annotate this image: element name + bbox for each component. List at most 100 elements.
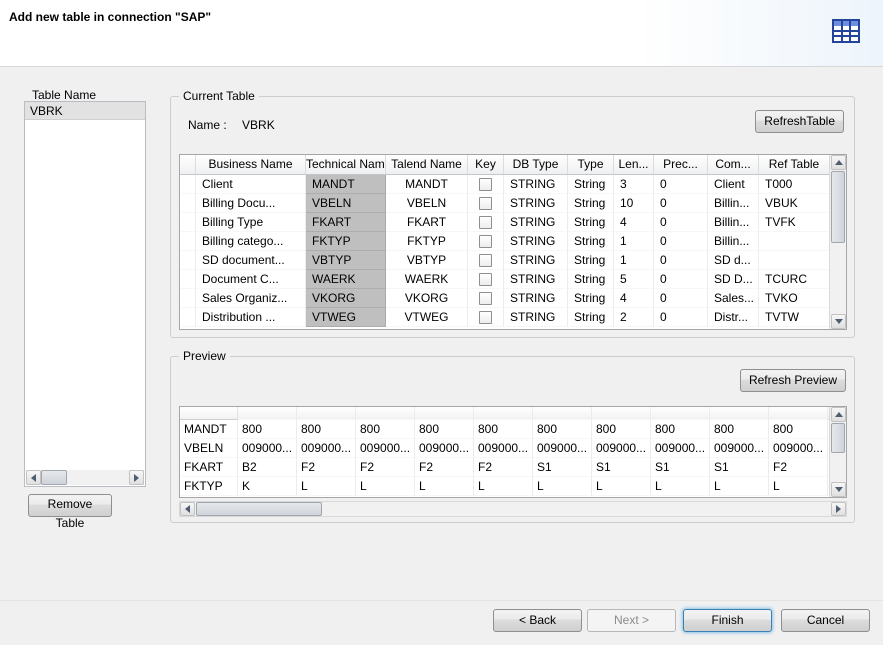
cell-key bbox=[468, 289, 504, 308]
dialog-header: Add new table in connection "SAP" bbox=[0, 0, 883, 67]
preview-row: MANDT 800 800 800 800 800 800 800 800 80… bbox=[180, 420, 846, 439]
cell-type: String bbox=[568, 270, 614, 289]
preview-cell: 800 bbox=[769, 420, 828, 439]
columns-table: Business Name Technical Name Talend Name… bbox=[179, 154, 847, 330]
key-checkbox[interactable] bbox=[479, 311, 492, 324]
key-checkbox[interactable] bbox=[479, 197, 492, 210]
cell-db-type: STRING bbox=[504, 289, 568, 308]
cell-length: 5 bbox=[614, 270, 654, 289]
cell-key bbox=[468, 175, 504, 194]
cell-type: String bbox=[568, 232, 614, 251]
cell-comment: SD d... bbox=[708, 251, 759, 270]
table-name-list[interactable]: VBRK bbox=[24, 101, 146, 487]
key-checkbox[interactable] bbox=[479, 254, 492, 267]
cell-comment: SD D... bbox=[708, 270, 759, 289]
col-length[interactable]: Len... bbox=[614, 155, 654, 175]
col-business-name[interactable]: Business Name bbox=[196, 155, 306, 175]
col-comment[interactable]: Com... bbox=[708, 155, 759, 175]
cell-technical-name: WAERK bbox=[306, 270, 386, 289]
scrollbar-thumb[interactable] bbox=[41, 470, 67, 485]
cell-talend-name: MANDT bbox=[386, 175, 468, 194]
scroll-right-button[interactable] bbox=[831, 502, 846, 516]
scroll-down-button[interactable] bbox=[831, 482, 846, 497]
preview-table-header bbox=[180, 407, 846, 420]
cell-business-name: Sales Organiz... bbox=[196, 289, 306, 308]
preview-horizontal-scrollbar[interactable] bbox=[179, 501, 847, 517]
col-type[interactable]: Type bbox=[568, 155, 614, 175]
preview-cell: 009000... bbox=[415, 439, 474, 458]
scrollbar-thumb[interactable] bbox=[831, 171, 845, 243]
col-talend-name[interactable]: Talend Name bbox=[386, 155, 468, 175]
preview-cell: 800 bbox=[297, 420, 356, 439]
scroll-up-button[interactable] bbox=[831, 407, 846, 422]
preview-cell: 009000... bbox=[710, 439, 769, 458]
cell-precision: 0 bbox=[654, 213, 708, 232]
back-button[interactable]: < Back bbox=[493, 609, 582, 632]
cell-comment: Billin... bbox=[708, 232, 759, 251]
preview-cell: 800 bbox=[592, 420, 651, 439]
cell-talend-name: VBTYP bbox=[386, 251, 468, 270]
preview-cell: 009000... bbox=[297, 439, 356, 458]
col-technical-name[interactable]: Technical Name bbox=[306, 155, 386, 175]
cell-key bbox=[468, 308, 504, 327]
key-checkbox[interactable] bbox=[479, 273, 492, 286]
cell-db-type: STRING bbox=[504, 308, 568, 327]
col-db-type[interactable]: DB Type bbox=[504, 155, 568, 175]
table-row: Billing Docu... VBELN VBELN STRING Strin… bbox=[180, 194, 846, 213]
scroll-up-button[interactable] bbox=[831, 155, 846, 170]
cell-length: 3 bbox=[614, 175, 654, 194]
preview-field-name: FKTYP bbox=[180, 477, 238, 496]
table-row: Billing catego... FKTYP FKTYP STRING Str… bbox=[180, 232, 846, 251]
left-arrow-icon bbox=[31, 474, 36, 482]
table-row: Distribution ... VTWEG VTWEG STRING Stri… bbox=[180, 308, 846, 327]
right-arrow-icon bbox=[134, 474, 139, 482]
cell-ref-table: VBUK bbox=[759, 194, 829, 213]
cell-technical-name: VTWEG bbox=[306, 308, 386, 327]
key-checkbox[interactable] bbox=[479, 235, 492, 248]
columns-table-header: Business Name Technical Name Talend Name… bbox=[180, 155, 846, 175]
scrollbar-thumb[interactable] bbox=[831, 423, 845, 453]
scroll-left-button[interactable] bbox=[180, 502, 195, 516]
col-key[interactable]: Key bbox=[468, 155, 504, 175]
key-checkbox[interactable] bbox=[479, 216, 492, 229]
cell-talend-name: VKORG bbox=[386, 289, 468, 308]
preview-cell: 009000... bbox=[769, 439, 828, 458]
scrollbar-thumb[interactable] bbox=[196, 502, 322, 516]
refresh-table-button[interactable]: RefreshTable bbox=[755, 110, 844, 133]
key-checkbox[interactable] bbox=[479, 292, 492, 305]
list-item-vbrk[interactable]: VBRK bbox=[25, 102, 145, 120]
columns-vertical-scrollbar[interactable] bbox=[829, 155, 846, 329]
preview-cell: 800 bbox=[533, 420, 592, 439]
list-horizontal-scrollbar[interactable] bbox=[26, 470, 144, 485]
cell-key bbox=[468, 213, 504, 232]
preview-cell: 009000... bbox=[651, 439, 710, 458]
col-ref-table[interactable]: Ref Table bbox=[759, 155, 829, 175]
cell-business-name: Document C... bbox=[196, 270, 306, 289]
cell-technical-name: VBELN bbox=[306, 194, 386, 213]
preview-cell: S1 bbox=[533, 458, 592, 477]
cell-ref-table: TVKO bbox=[759, 289, 829, 308]
preview-row: FKART B2 F2 F2 F2 F2 S1 S1 S1 S1 F2 bbox=[180, 458, 846, 477]
refresh-preview-button[interactable]: Refresh Preview bbox=[740, 369, 846, 392]
preview-cell: B2 bbox=[238, 458, 297, 477]
preview-vertical-scrollbar[interactable] bbox=[829, 407, 846, 497]
preview-cell: L bbox=[710, 477, 769, 496]
scroll-left-button[interactable] bbox=[26, 470, 41, 485]
remove-table-button[interactable]: Remove Table bbox=[28, 494, 112, 517]
col-precision[interactable]: Prec... bbox=[654, 155, 708, 175]
cell-business-name: Billing Docu... bbox=[196, 194, 306, 213]
preview-cell: L bbox=[769, 477, 828, 496]
key-checkbox[interactable] bbox=[479, 178, 492, 191]
finish-button[interactable]: Finish bbox=[683, 609, 772, 632]
scroll-down-button[interactable] bbox=[831, 314, 846, 329]
cell-comment: Distr... bbox=[708, 308, 759, 327]
scroll-right-button[interactable] bbox=[129, 470, 144, 485]
next-button[interactable]: Next > bbox=[587, 609, 676, 632]
current-table-group-label: Current Table bbox=[179, 89, 259, 103]
preview-cell: 800 bbox=[356, 420, 415, 439]
table-row: Billing Type FKART FKART STRING String 4… bbox=[180, 213, 846, 232]
cancel-button[interactable]: Cancel bbox=[781, 609, 870, 632]
table-row: Sales Organiz... VKORG VKORG STRING Stri… bbox=[180, 289, 846, 308]
preview-cell: S1 bbox=[651, 458, 710, 477]
cell-db-type: STRING bbox=[504, 270, 568, 289]
